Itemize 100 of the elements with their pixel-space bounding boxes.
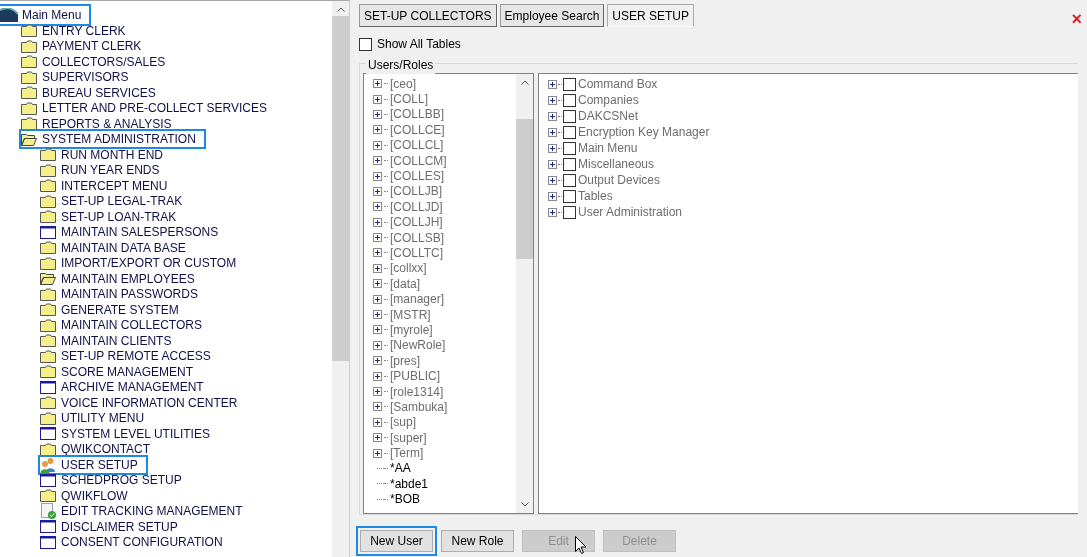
expand-icon[interactable] [373,356,382,366]
expand-icon[interactable] [373,279,382,289]
role-item[interactable]: [COLLCM] [390,153,447,168]
menu-item[interactable]: SYSTEM ADMINISTRATION [42,132,196,147]
permission-item[interactable]: User Administration [578,205,683,219]
tab[interactable]: Employee Search [499,4,605,27]
expand-icon[interactable] [373,294,382,304]
menu-item[interactable]: SCORE MANAGEMENT [61,364,193,379]
expand-icon[interactable] [548,191,557,201]
menu-item[interactable]: PAYMENT CLERK [42,39,142,54]
menu-item[interactable]: COLLECTORS/SALES [42,54,166,69]
user-item[interactable]: *abde1 [390,476,429,491]
expand-icon[interactable] [548,207,557,217]
menu-item[interactable]: CONSENT CONFIGURATION [61,535,223,550]
expand-icon[interactable] [548,95,557,105]
checkbox[interactable] [563,173,576,187]
menu-item[interactable]: MAINTAIN COLLECTORS [61,318,202,333]
menu-item[interactable]: EDIT TRACKING MANAGEMENT [61,504,243,519]
role-item[interactable]: [COLLJH] [390,215,443,230]
role-item[interactable]: [Sambuka] [390,399,448,414]
menu-root[interactable]: Main Menu [22,6,82,24]
close-button[interactable]: × [1071,10,1082,28]
scrollbar[interactable] [332,1,349,557]
expand-icon[interactable] [373,433,382,443]
expand-icon[interactable] [373,186,382,196]
expand-icon[interactable] [373,156,382,166]
role-item[interactable]: [COLLBB] [390,107,445,122]
checkbox[interactable] [563,109,576,123]
expand-icon[interactable] [548,175,557,185]
menu-item[interactable]: UTILITY MENU [61,411,145,426]
role-item[interactable]: [PUBLIC] [390,369,440,384]
menu-item[interactable]: ENTRY CLERK [42,23,126,38]
expand-icon[interactable] [373,140,382,150]
role-item[interactable]: [COLLJD] [390,199,443,214]
expand-icon[interactable] [548,79,557,89]
expand-icon[interactable] [373,263,382,273]
menu-item[interactable]: INTERCEPT MENU [61,178,168,193]
menu-item[interactable]: BUREAU SERVICES [42,85,156,100]
user-item[interactable]: *AA [390,461,411,476]
checkbox[interactable] [563,93,576,107]
role-item[interactable]: [COLL] [390,92,428,107]
expand-icon[interactable] [373,402,382,412]
menu-item[interactable]: SCHEDPROG SETUP [61,473,182,488]
expand-icon[interactable] [373,448,382,458]
expand-icon[interactable] [373,202,382,212]
expand-icon[interactable] [373,79,382,89]
role-item[interactable]: [COLLSB] [390,230,445,245]
expand-icon[interactable] [373,248,382,258]
role-item[interactable]: [Term] [390,446,424,461]
menu-item[interactable]: GENERATE SYSTEM [61,302,179,317]
expand-icon[interactable] [373,340,382,350]
role-item[interactable]: [COLLCL] [390,138,444,153]
role-item[interactable]: [COLLCE] [390,122,445,137]
expand-icon[interactable] [373,171,382,181]
role-item[interactable]: [data] [390,276,421,291]
expand-icon[interactable] [373,371,382,381]
role-item[interactable]: [ceo] [390,76,416,91]
expand-icon[interactable] [548,143,557,153]
expand-icon[interactable] [373,417,382,427]
menu-item[interactable]: RUN YEAR ENDS [61,163,160,178]
expand-icon[interactable] [548,159,557,169]
menu-item[interactable]: LETTER AND PRE-COLLECT SERVICES [42,101,267,116]
menu-item[interactable]: RUN MONTH END [61,147,163,162]
permission-item[interactable]: Command Box [578,77,658,91]
checkbox[interactable] [359,37,372,51]
expand-icon[interactable] [373,125,382,135]
role-item[interactable]: [super] [390,430,427,445]
checkbox[interactable] [563,141,576,155]
expand-icon[interactable] [373,109,382,119]
menu-item[interactable]: QWIKCONTACT [61,442,151,457]
permission-item[interactable]: Tables [578,189,613,203]
checkbox[interactable] [563,157,576,171]
role-item[interactable]: [pres] [390,353,420,368]
role-item[interactable]: [COLLTC] [390,246,444,260]
expand-icon[interactable] [548,111,557,121]
checkbox[interactable] [563,189,576,203]
menu-item[interactable]: VOICE INFORMATION CENTER [61,395,238,410]
permission-item[interactable]: Miscellaneous [578,157,655,171]
menu-item[interactable]: MAINTAIN EMPLOYEES [61,271,195,286]
action-button[interactable]: New Role [441,530,514,552]
menu-item[interactable]: MAINTAIN DATA BASE [61,240,186,255]
scroll-down-icon[interactable] [520,502,529,507]
expand-icon[interactable] [373,387,382,396]
expand-icon[interactable] [373,217,382,227]
tab[interactable]: SET-UP COLLECTORS [359,4,497,27]
permission-item[interactable]: Output Devices [578,173,661,187]
expand-icon[interactable] [373,310,382,320]
role-item[interactable]: [NewRole] [390,338,446,353]
menu-item[interactable]: MAINTAIN CLIENTS [61,333,172,348]
menu-item[interactable]: MAINTAIN SALESPERSONS [61,225,219,240]
menu-item[interactable]: ARCHIVE MANAGEMENT [61,380,204,395]
scroll-up-icon[interactable] [336,7,345,12]
role-item[interactable]: [sup] [390,415,416,430]
menu-item[interactable]: DISCLAIMER SETUP [61,519,178,534]
role-item[interactable]: [COLLJB] [390,184,443,199]
menu-item[interactable]: IMPORT/EXPORT OR CUSTOM [61,256,237,271]
permission-item[interactable]: DAKCSNet [578,109,639,123]
menu-item[interactable]: SET-UP LOAN-TRAK [61,209,177,224]
menu-item[interactable]: SET-UP LEGAL-TRAK [61,194,183,209]
role-item[interactable]: [COLLES] [390,169,445,184]
